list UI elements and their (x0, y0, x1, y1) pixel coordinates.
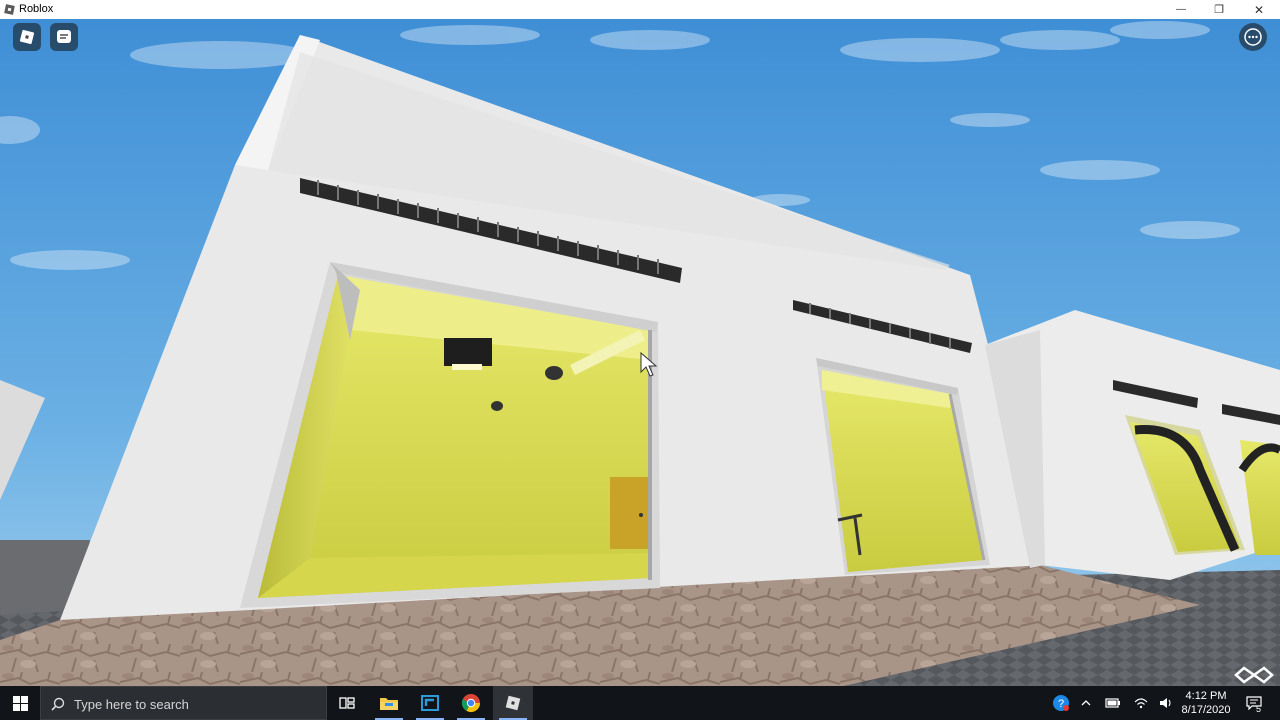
ceiling-light-fixture (444, 338, 492, 366)
search-placeholder: Type here to search (74, 697, 189, 712)
network-tray-button[interactable] (1129, 686, 1153, 720)
file-explorer-button[interactable] (369, 686, 409, 720)
chrome-icon (461, 694, 480, 713)
file-explorer-icon (380, 698, 398, 710)
roblox-logo-icon (4, 4, 15, 15)
minimize-icon: — (1176, 4, 1186, 15)
clock[interactable]: 4:12 PM 8/17/2020 (1180, 689, 1232, 717)
taskbar-search-box[interactable]: Type here to search (40, 686, 327, 720)
task-view-button[interactable] (327, 686, 367, 720)
interior-door (610, 477, 648, 549)
more-options-button[interactable] (1239, 23, 1267, 51)
more-options-icon (1244, 28, 1262, 46)
wifi-icon (1134, 698, 1148, 709)
task-view-icon (339, 697, 355, 709)
volume-tray-button[interactable] (1154, 686, 1178, 720)
game-scene (0, 19, 1280, 686)
action-center-button[interactable]: 5 (1240, 686, 1268, 720)
notification-count-badge: 5 (1256, 704, 1262, 714)
window-title: Roblox (19, 3, 54, 15)
close-button[interactable]: ✕ (1240, 0, 1278, 19)
battery-tray-button[interactable] (1101, 686, 1125, 720)
roblox-window: Roblox — ❐ ✕ Type here to search ? 4:12 … (0, 0, 1280, 720)
minimize-button[interactable]: — (1162, 0, 1200, 19)
battery-icon (1105, 698, 1120, 708)
maximize-button[interactable]: ❐ (1200, 0, 1238, 19)
infinity-logo-icon (1232, 665, 1276, 685)
windows-logo-icon (12, 695, 28, 711)
help-icon: ? (1053, 695, 1069, 711)
chat-button[interactable] (50, 23, 78, 51)
clock-date: 8/17/2020 (1181, 704, 1231, 716)
show-hidden-icons-button[interactable] (1076, 686, 1096, 720)
clock-time: 4:12 PM (1185, 690, 1227, 702)
help-tray-button[interactable]: ? (1048, 686, 1074, 720)
roblox-menu-button[interactable] (13, 23, 41, 51)
start-button[interactable] (0, 686, 40, 720)
chat-icon (57, 30, 71, 43)
volume-icon (1160, 698, 1171, 708)
title-bar[interactable]: Roblox — ❐ ✕ (0, 0, 1280, 19)
search-icon (51, 697, 65, 711)
chevron-up-icon (1081, 700, 1091, 706)
game-viewport[interactable] (0, 19, 1280, 686)
close-icon: ✕ (1253, 2, 1265, 17)
restore-icon: ❐ (1214, 4, 1224, 16)
windows-taskbar: Type here to search ? 4:12 PM 8/17/2020 … (0, 686, 1280, 720)
roblox-logo-icon (19, 29, 35, 45)
app-icon (421, 695, 439, 711)
roblox-icon (505, 695, 521, 711)
chrome-button[interactable] (451, 686, 491, 720)
roblox-taskbar-button[interactable] (493, 686, 533, 720)
taskbar-app-button[interactable] (410, 686, 450, 720)
